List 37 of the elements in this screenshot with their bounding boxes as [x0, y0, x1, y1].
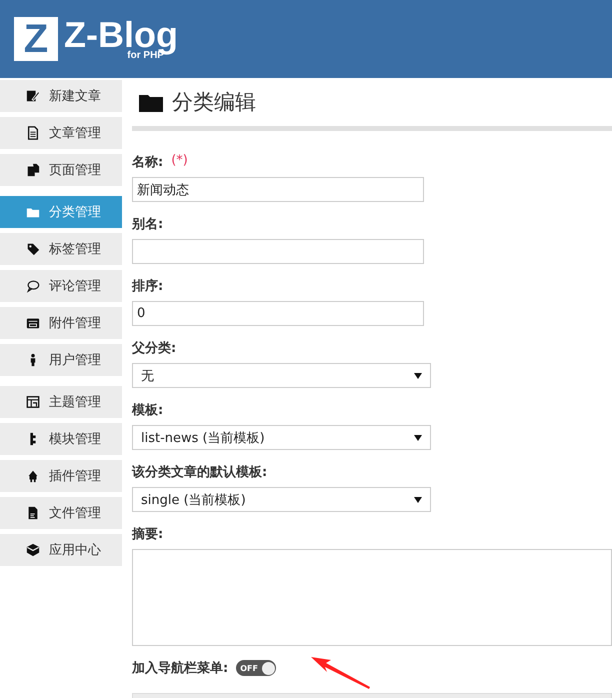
required-mark: (*) [171, 153, 188, 170]
page-title: 分类编辑 [172, 89, 256, 116]
sidebar-item[interactable]: 标签管理 [0, 233, 122, 265]
input-field[interactable]: 新闻动态 [132, 177, 424, 202]
input-field[interactable] [132, 239, 424, 264]
field-label: 模板: [132, 402, 164, 419]
dropdown-arrow-icon [414, 372, 422, 380]
logo-mark: Z [14, 17, 58, 61]
input-field[interactable]: 0 [132, 301, 424, 326]
sidebar-item[interactable]: 页面管理 [0, 154, 122, 186]
dropdown[interactable]: 无 [132, 363, 431, 388]
sidebar-item[interactable]: 插件管理 [0, 460, 122, 492]
toggle-label: 加入导航栏菜单: [132, 660, 228, 677]
dropdown[interactable]: list-news (当前模板) [132, 425, 431, 450]
field-label: 摘要: [132, 526, 164, 543]
sidebar-item[interactable]: 文章管理 [0, 117, 122, 149]
textarea-field[interactable] [132, 549, 612, 646]
sidebar-item[interactable]: 应用中心 [0, 534, 122, 566]
toggle-knob[interactable] [262, 662, 276, 674]
dropdown-arrow-icon [414, 434, 422, 442]
sidebar-item[interactable]: 文件管理 [0, 497, 122, 529]
sidebar-item[interactable]: 新建文章 [0, 80, 122, 112]
sidebar-item[interactable]: 附件管理 [0, 307, 122, 339]
field-label: 排序: [132, 278, 164, 295]
sidebar-item[interactable]: 模块管理 [0, 423, 122, 455]
field-label: 该分类文章的默认模板: [132, 464, 268, 481]
folder-icon [139, 92, 163, 112]
sidebar-item[interactable]: 主题管理 [0, 386, 122, 418]
field-label: 别名: [132, 216, 164, 233]
dropdown[interactable]: single (当前模板) [132, 487, 431, 512]
field-label: 父分类: [132, 340, 176, 357]
dropdown-arrow-icon [414, 496, 422, 504]
toggle-switch[interactable]: OFF [236, 660, 276, 676]
field-label: 名称: [132, 154, 164, 171]
sidebar-item[interactable]: 用户管理 [0, 344, 122, 376]
sidebar-item[interactable]: 评论管理 [0, 270, 122, 302]
arrow [311, 656, 371, 690]
